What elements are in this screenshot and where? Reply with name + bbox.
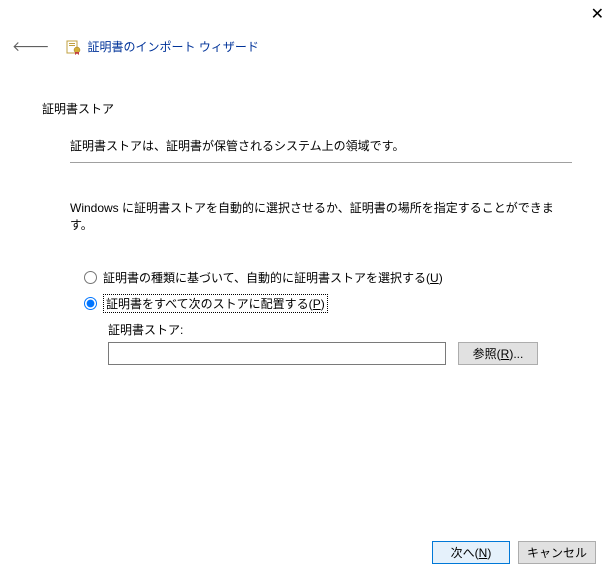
divider <box>70 162 572 163</box>
wizard-header: 🡐 証明書のインポート ウィザード <box>8 36 606 57</box>
store-input[interactable] <box>108 342 446 365</box>
certificate-icon <box>66 39 82 55</box>
content-area: 証明書ストア 証明書ストアは、証明書が保管されるシステム上の領域です。 Wind… <box>42 100 572 365</box>
footer-buttons: 次へ(N) キャンセル <box>432 541 596 564</box>
wizard-title-group: 証明書のインポート ウィザード <box>66 38 259 55</box>
radio-place-input[interactable] <box>84 297 97 310</box>
back-icon[interactable]: 🡐 <box>8 36 54 57</box>
radio-place-all[interactable]: 証明書をすべて次のストアに配置する(P) <box>84 294 572 313</box>
instruction-text: Windows に証明書ストアを自動的に選択させるか、証明書の場所を指定すること… <box>70 199 572 233</box>
store-row: 参照(R)... <box>108 342 572 365</box>
radio-auto-label: 証明書の種類に基づいて、自動的に証明書ストアを選択する(U) <box>103 269 443 286</box>
store-block: 証明書ストア: 参照(R)... <box>108 321 572 365</box>
store-label: 証明書ストア: <box>108 321 572 338</box>
section-description: 証明書ストアは、証明書が保管されるシステム上の領域です。 <box>70 137 572 154</box>
section-title: 証明書ストア <box>42 100 572 117</box>
wizard-title: 証明書のインポート ウィザード <box>88 38 259 55</box>
cancel-button[interactable]: キャンセル <box>518 541 596 564</box>
radio-auto-select[interactable]: 証明書の種類に基づいて、自動的に証明書ストアを選択する(U) <box>84 269 572 286</box>
close-icon[interactable]: ✕ <box>591 4 604 24</box>
browse-button[interactable]: 参照(R)... <box>458 342 538 365</box>
radio-auto-input[interactable] <box>84 271 97 284</box>
radio-place-label: 証明書をすべて次のストアに配置する(P) <box>103 294 328 313</box>
next-button[interactable]: 次へ(N) <box>432 541 510 564</box>
